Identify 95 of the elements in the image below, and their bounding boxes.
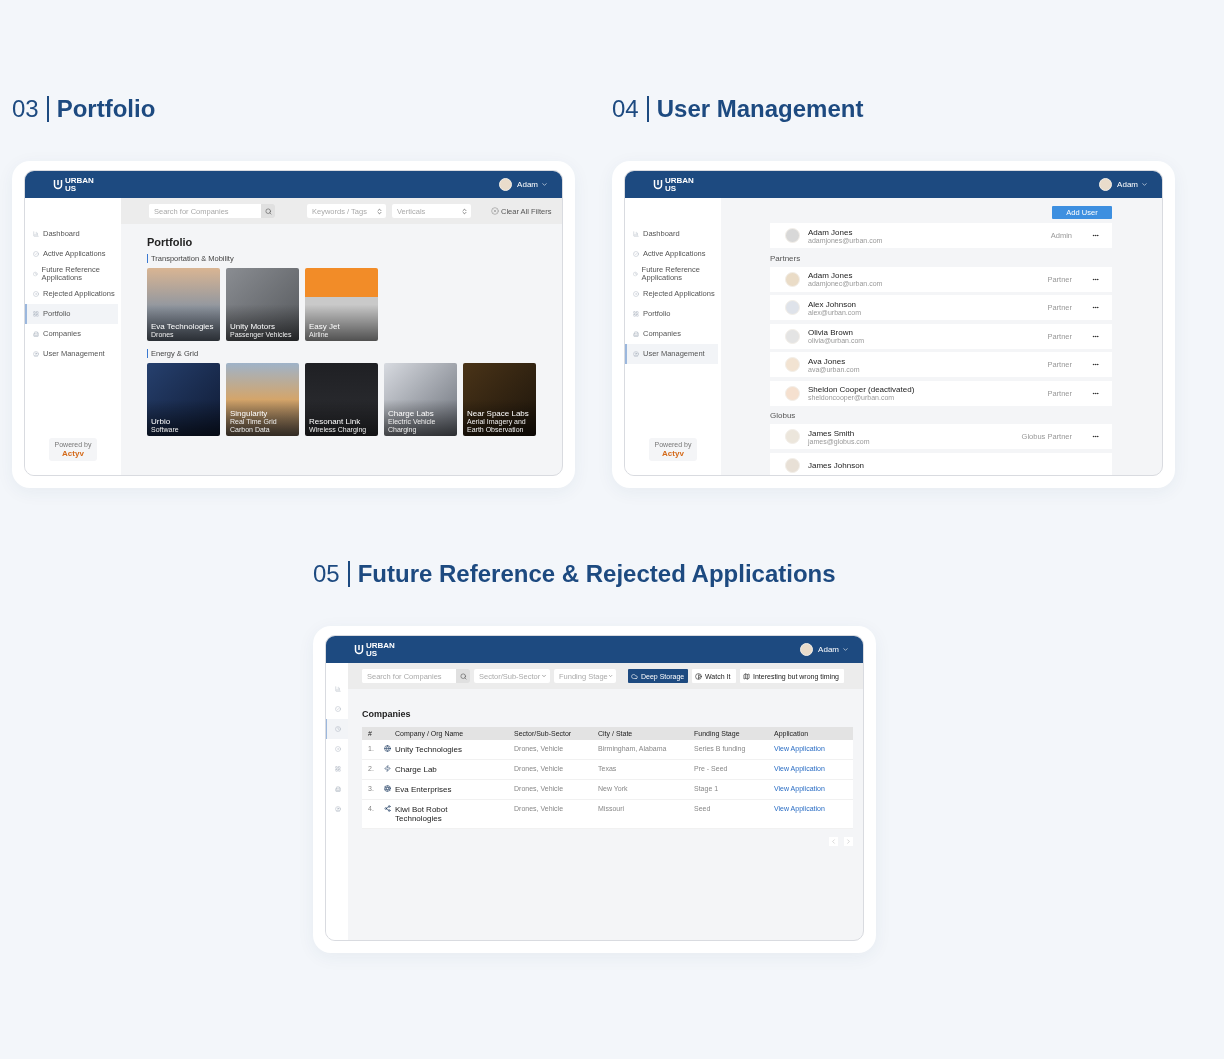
check-circle-icon: [633, 251, 639, 257]
circle-dot-icon: [633, 291, 639, 297]
building-icon: [33, 331, 39, 337]
brand-name: Actyv: [662, 449, 684, 458]
user-avatar: [785, 429, 800, 444]
user-name: James Smith: [808, 428, 856, 438]
cloud-icon: [631, 672, 638, 680]
user-avatar: [785, 228, 800, 243]
aperture-icon: [384, 785, 391, 792]
lightning-icon: [384, 765, 391, 772]
user-avatar: [499, 178, 513, 191]
user-avatar: [1099, 178, 1113, 191]
clock-icon: [633, 271, 638, 277]
chevron-right-icon: [845, 838, 852, 845]
company-name: Urbio: [151, 416, 172, 426]
clock-icon: [334, 726, 341, 732]
grid-icon: [334, 766, 341, 772]
user-avatar: [800, 643, 814, 656]
company-name: Resonant Link: [309, 416, 362, 426]
company-name: Unity Motors: [230, 321, 276, 331]
user-avatar: [785, 300, 800, 315]
clock-icon: [33, 271, 38, 277]
user-icon: [633, 351, 639, 357]
section-number: 03: [12, 95, 39, 123]
company-name: Eva Technologies: [151, 321, 215, 331]
share-icon: [384, 805, 391, 812]
user-name: Olivia Brown: [808, 328, 854, 337]
bar-chart-icon: [633, 231, 639, 237]
user-name: Adam Jones: [808, 271, 854, 280]
company-name: Singularity: [230, 409, 269, 418]
next-page-button[interactable]: [844, 837, 853, 846]
company-name: Easy Jet: [309, 321, 341, 331]
company-name: Kiwi Bot Robot Technologies: [395, 805, 449, 823]
company-name: Near Space Labs: [467, 409, 530, 418]
contrast-icon: [695, 672, 702, 680]
globe-icon: [384, 745, 391, 752]
user-name: Sheldon Cooper (deactivated): [808, 385, 916, 394]
section-title: Future Reference & Rejected Applications: [357, 560, 836, 588]
section-title: User Management: [656, 95, 864, 123]
building-icon: [633, 331, 639, 337]
page-title: Portfolio: [147, 236, 194, 248]
group-title: Partners: [770, 253, 802, 263]
grid-icon: [633, 311, 639, 317]
logo-text: URBAN US: [65, 176, 94, 193]
user-menu[interactable]: Adam: [1117, 180, 1148, 189]
user-name: Alex Johnson: [808, 299, 858, 309]
logo-icon: [53, 179, 63, 190]
logo-icon: [653, 179, 663, 190]
search-icon[interactable]: [264, 207, 272, 215]
building-icon: [334, 786, 341, 792]
check-circle-icon: [334, 706, 341, 712]
circle-dot-icon: [334, 746, 341, 752]
company-name: Charge Labs: [388, 409, 435, 418]
page-title: Companies: [362, 709, 412, 719]
company-name: Unity Technologies: [395, 745, 463, 754]
circle-dot-icon: [33, 291, 39, 297]
previous-page-button[interactable]: [829, 837, 838, 846]
user-menu[interactable]: Adam: [818, 645, 849, 654]
chevron-down-icon: [607, 673, 613, 679]
user-name: Adam Jones: [808, 227, 854, 237]
bar-chart-icon: [334, 686, 341, 692]
search-icon[interactable]: [459, 672, 467, 680]
group-title: Globus: [770, 411, 797, 420]
close-circle-icon: [491, 207, 499, 215]
user-icon: [334, 806, 341, 812]
logo-text: URBAN US: [366, 641, 395, 658]
user-menu[interactable]: Adam: [517, 180, 548, 189]
grid-icon: [33, 311, 39, 317]
company-name: Eva Enterprises: [395, 785, 453, 794]
user-icon: [33, 351, 39, 357]
bar-chart-icon: [33, 231, 39, 237]
chevron-down-icon: [541, 181, 548, 188]
check-circle-icon: [33, 251, 39, 257]
user-avatar: [785, 271, 800, 287]
company-name: Charge Lab: [395, 765, 438, 774]
user-avatar: [785, 457, 800, 473]
user-name: Ava Jones: [808, 356, 847, 366]
user-avatar: [785, 385, 800, 401]
chevron-left-icon: [830, 838, 837, 845]
map-icon: [743, 672, 750, 680]
chevron-down-icon: [1141, 181, 1148, 188]
logo-icon: [354, 644, 364, 655]
section-number: 04: [612, 95, 639, 123]
user-name: James Johnson: [808, 460, 866, 470]
section-number: 05: [313, 560, 340, 588]
chevron-down-icon: [842, 646, 849, 653]
section-title: Portfolio: [56, 95, 156, 123]
user-avatar: [785, 357, 800, 372]
up-down-arrows-icon: [376, 207, 383, 215]
user-avatar: [785, 328, 800, 344]
up-down-arrows-icon: [461, 207, 468, 215]
chevron-down-icon: [541, 673, 547, 679]
logo-text: URBAN US: [665, 176, 694, 193]
brand-name: Actyv: [62, 449, 84, 458]
sidebar-item[interactable]: [326, 719, 348, 739]
